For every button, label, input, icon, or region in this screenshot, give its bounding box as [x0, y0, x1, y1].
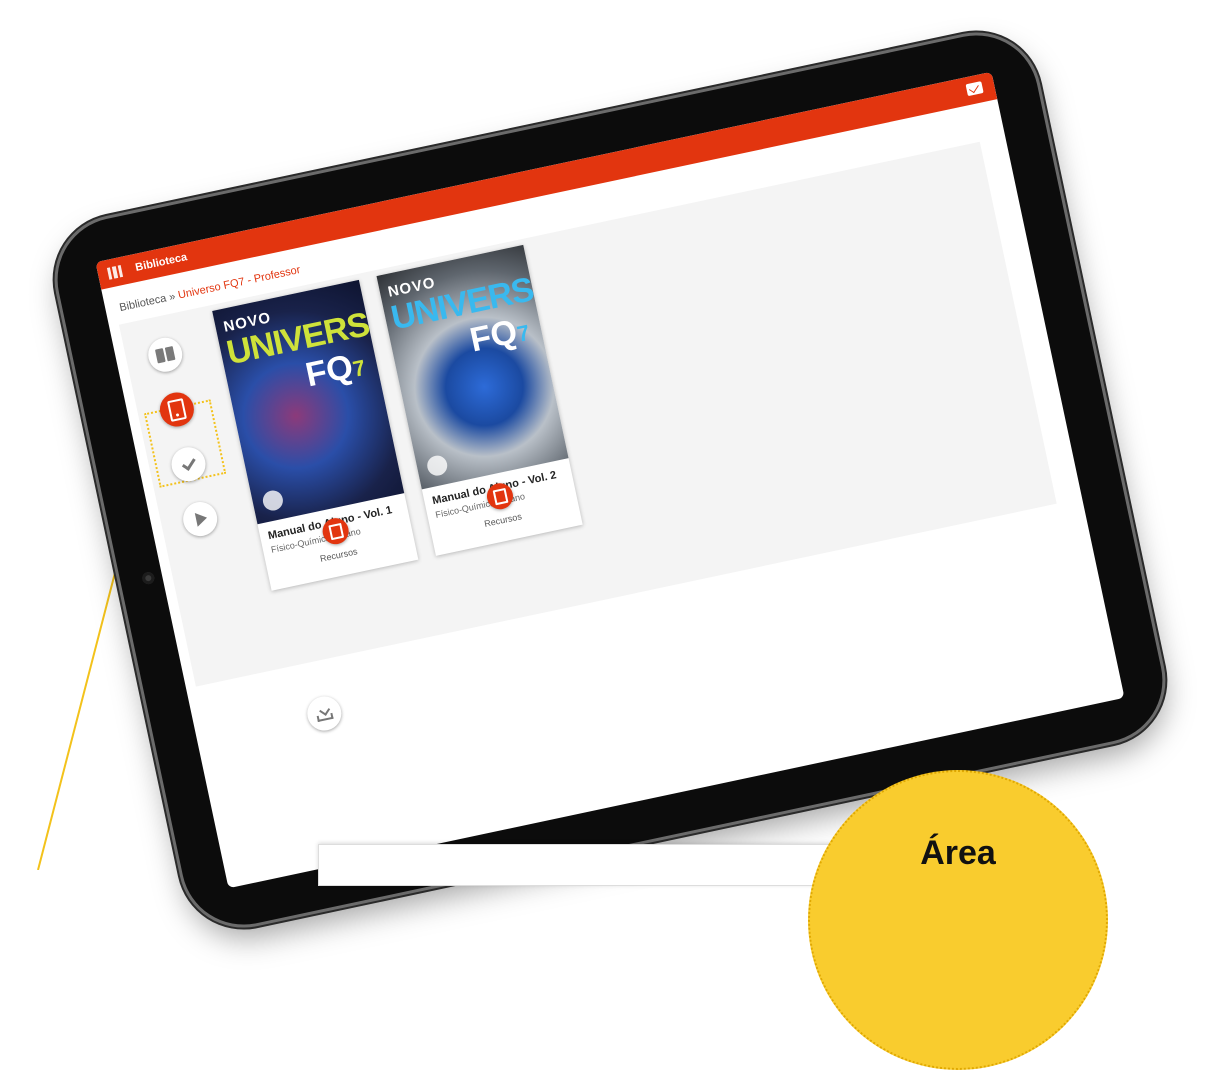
info-card	[318, 844, 880, 886]
nav-manuals-button[interactable]	[145, 334, 186, 375]
cover-fq-text: FQ	[466, 312, 521, 360]
callout-text: Área	[920, 834, 996, 872]
callout-bubble: Área	[808, 770, 1108, 1070]
cover-badge-icon	[261, 488, 285, 513]
document-icon	[492, 487, 508, 505]
play-icon	[194, 510, 209, 527]
tablet-icon	[166, 397, 187, 422]
nav-videos-button[interactable]	[180, 498, 221, 540]
document-icon	[327, 522, 344, 540]
menu-icon[interactable]	[106, 265, 124, 280]
mail-icon[interactable]	[965, 81, 984, 97]
page-title: Biblioteca	[134, 251, 189, 274]
book-icon	[154, 346, 176, 364]
cover-badge-icon	[425, 453, 450, 478]
download-button[interactable]	[304, 693, 345, 734]
tablet-screen: Biblioteca Biblioteca » Universo FQ7 - P…	[95, 71, 1125, 889]
cover-fq-text: FQ	[302, 347, 357, 395]
camera-icon	[141, 571, 156, 586]
breadcrumb-root[interactable]: Biblioteca	[118, 292, 167, 314]
download-icon	[315, 705, 334, 722]
check-icon	[181, 455, 196, 471]
